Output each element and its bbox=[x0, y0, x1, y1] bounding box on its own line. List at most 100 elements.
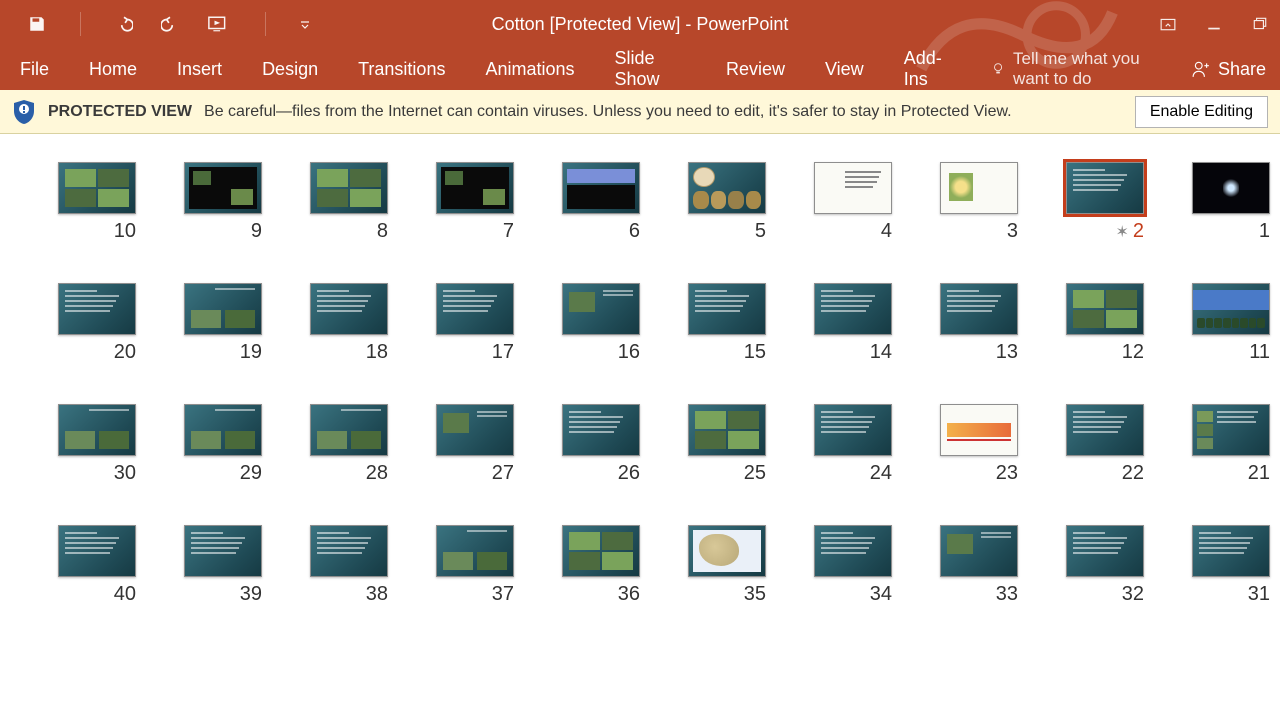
slide-thumb-17[interactable] bbox=[436, 283, 514, 335]
slide-thumb-28[interactable] bbox=[310, 404, 388, 456]
slide-thumbnail[interactable]: 20 bbox=[58, 283, 136, 364]
slide-thumbnail[interactable]: 14 bbox=[814, 283, 892, 364]
enable-editing-button[interactable]: Enable Editing bbox=[1135, 96, 1268, 128]
tab-animations[interactable]: Animations bbox=[465, 48, 594, 90]
slide-thumb-19[interactable] bbox=[184, 283, 262, 335]
slide-thumb-38[interactable] bbox=[310, 525, 388, 577]
slide-thumbnail[interactable]: 11 bbox=[1192, 283, 1270, 364]
slide-thumb-31[interactable] bbox=[1192, 525, 1270, 577]
slide-thumb-37[interactable] bbox=[436, 525, 514, 577]
tab-insert[interactable]: Insert bbox=[157, 48, 242, 90]
slide-thumb-4[interactable] bbox=[814, 162, 892, 214]
slide-thumb-32[interactable] bbox=[1066, 525, 1144, 577]
slide-thumb-11[interactable] bbox=[1192, 283, 1270, 335]
tab-view[interactable]: View bbox=[805, 48, 884, 90]
slide-thumbnail[interactable]: 25 bbox=[688, 404, 766, 485]
save-icon[interactable] bbox=[28, 15, 46, 33]
slide-thumbnail[interactable]: 39 bbox=[184, 525, 262, 606]
slide-thumb-27[interactable] bbox=[436, 404, 514, 456]
slide-thumbnail[interactable]: 35 bbox=[688, 525, 766, 606]
slide-thumbnail[interactable]: 18 bbox=[310, 283, 388, 364]
slide-thumbnail[interactable]: 37 bbox=[436, 525, 514, 606]
slide-thumb-26[interactable] bbox=[562, 404, 640, 456]
slide-thumbnail[interactable]: 22 bbox=[1066, 404, 1144, 485]
slide-thumbnail[interactable]: 23 bbox=[940, 404, 1018, 485]
tab-design[interactable]: Design bbox=[242, 48, 338, 90]
slide-thumb-40[interactable] bbox=[58, 525, 136, 577]
slide-thumb-30[interactable] bbox=[58, 404, 136, 456]
tab-file[interactable]: File bbox=[0, 48, 69, 90]
slide-thumb-33[interactable] bbox=[940, 525, 1018, 577]
slide-thumbnail[interactable]: ✶2 bbox=[1066, 162, 1144, 243]
restore-icon[interactable] bbox=[1252, 16, 1268, 32]
slide-thumbnail[interactable]: 27 bbox=[436, 404, 514, 485]
slide-thumbnail[interactable]: 12 bbox=[1066, 283, 1144, 364]
slide-thumbnail[interactable]: 24 bbox=[814, 404, 892, 485]
slide-thumb-29[interactable] bbox=[184, 404, 262, 456]
slide-thumb-20[interactable] bbox=[58, 283, 136, 335]
slide-thumb-5[interactable] bbox=[688, 162, 766, 214]
slide-thumbnail[interactable]: 30 bbox=[58, 404, 136, 485]
tab-review[interactable]: Review bbox=[706, 48, 805, 90]
slide-thumb-39[interactable] bbox=[184, 525, 262, 577]
minimize-icon[interactable] bbox=[1206, 16, 1222, 32]
slide-thumbnail[interactable]: 21 bbox=[1192, 404, 1270, 485]
slide-thumb-23[interactable] bbox=[940, 404, 1018, 456]
slide-thumb-21[interactable] bbox=[1192, 404, 1270, 456]
slide-thumb-2[interactable] bbox=[1066, 162, 1144, 214]
slide-thumbnail[interactable]: 28 bbox=[310, 404, 388, 485]
tab-transitions[interactable]: Transitions bbox=[338, 48, 465, 90]
slide-thumb-8[interactable] bbox=[310, 162, 388, 214]
slide-thumbnail[interactable]: 31 bbox=[1192, 525, 1270, 606]
slide-thumb-7[interactable] bbox=[436, 162, 514, 214]
slide-thumbnail[interactable]: 36 bbox=[562, 525, 640, 606]
slide-thumbnail[interactable]: 16 bbox=[562, 283, 640, 364]
slide-thumb-25[interactable] bbox=[688, 404, 766, 456]
slide-thumbnail[interactable]: 19 bbox=[184, 283, 262, 364]
slide-thumb-9[interactable] bbox=[184, 162, 262, 214]
slide-thumb-1[interactable] bbox=[1192, 162, 1270, 214]
slide-thumb-18[interactable] bbox=[310, 283, 388, 335]
tab-add-ins[interactable]: Add-Ins bbox=[884, 48, 973, 90]
tab-slide-show[interactable]: Slide Show bbox=[595, 48, 706, 90]
tell-me-search[interactable]: Tell me what you want to do bbox=[991, 49, 1178, 89]
slide-thumb-15[interactable] bbox=[688, 283, 766, 335]
slide-thumb-12[interactable] bbox=[1066, 283, 1144, 335]
slide-thumbnail[interactable]: 6 bbox=[562, 162, 640, 243]
slide-thumbnail[interactable]: 5 bbox=[688, 162, 766, 243]
slide-thumbnail[interactable]: 33 bbox=[940, 525, 1018, 606]
slide-thumb-10[interactable] bbox=[58, 162, 136, 214]
slide-thumbnail[interactable]: 32 bbox=[1066, 525, 1144, 606]
undo-icon[interactable] bbox=[115, 15, 133, 33]
slide-thumbnail[interactable]: 40 bbox=[58, 525, 136, 606]
present-from-beginning-icon[interactable] bbox=[207, 15, 231, 33]
slide-thumbnail[interactable]: 8 bbox=[310, 162, 388, 243]
slide-thumbnail[interactable]: 13 bbox=[940, 283, 1018, 364]
customize-qat-icon[interactable] bbox=[300, 15, 310, 33]
slide-thumb-14[interactable] bbox=[814, 283, 892, 335]
slide-thumbnail[interactable]: 7 bbox=[436, 162, 514, 243]
slide-thumbnail[interactable]: 3 bbox=[940, 162, 1018, 243]
slide-thumb-36[interactable] bbox=[562, 525, 640, 577]
slide-thumb-6[interactable] bbox=[562, 162, 640, 214]
slide-thumb-34[interactable] bbox=[814, 525, 892, 577]
slide-thumb-35[interactable] bbox=[688, 525, 766, 577]
slide-thumb-22[interactable] bbox=[1066, 404, 1144, 456]
slide-thumb-24[interactable] bbox=[814, 404, 892, 456]
slide-thumbnail[interactable]: 9 bbox=[184, 162, 262, 243]
ribbon-display-options-icon[interactable] bbox=[1160, 16, 1176, 32]
slide-thumbnail[interactable]: 38 bbox=[310, 525, 388, 606]
slide-thumbnail[interactable]: 10 bbox=[58, 162, 136, 243]
slide-thumbnail[interactable]: 29 bbox=[184, 404, 262, 485]
share-button[interactable]: Share bbox=[1178, 59, 1280, 80]
slide-thumb-3[interactable] bbox=[940, 162, 1018, 214]
slide-thumb-16[interactable] bbox=[562, 283, 640, 335]
slide-thumbnail[interactable]: 1 bbox=[1192, 162, 1270, 243]
slide-thumbnail[interactable]: 26 bbox=[562, 404, 640, 485]
slide-thumbnail[interactable]: 34 bbox=[814, 525, 892, 606]
redo-icon[interactable] bbox=[161, 15, 179, 33]
slide-thumb-13[interactable] bbox=[940, 283, 1018, 335]
slide-thumbnail[interactable]: 17 bbox=[436, 283, 514, 364]
tab-home[interactable]: Home bbox=[69, 48, 157, 90]
slide-thumbnail[interactable]: 4 bbox=[814, 162, 892, 243]
